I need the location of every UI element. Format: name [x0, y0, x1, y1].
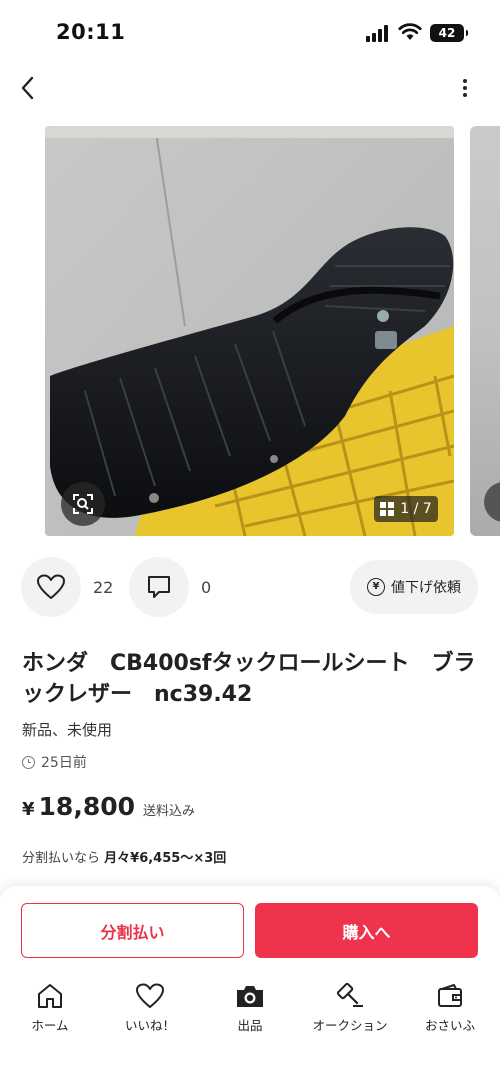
price-request-label: 値下げ依頼: [391, 580, 461, 596]
more-dot-icon: [463, 79, 467, 83]
more-options-button[interactable]: [450, 72, 480, 104]
tab-sell[interactable]: 出品: [200, 976, 300, 1040]
chevron-left-icon: [21, 76, 34, 100]
comment-icon: [148, 576, 170, 598]
purchase-button[interactable]: 購入へ: [255, 903, 478, 958]
installment-note: 分割払いなら 月々¥6,455～×3回: [22, 847, 226, 866]
back-button[interactable]: [12, 72, 44, 104]
comment-count: 0: [201, 578, 212, 597]
gavel-icon: [335, 982, 365, 1010]
wallet-icon: [435, 982, 465, 1010]
comment-button[interactable]: [129, 557, 189, 617]
item-price: ¥ 18,800 送料込み: [22, 792, 195, 821]
camera-icon: [235, 982, 265, 1010]
installment-prefix: 分割払いなら: [22, 851, 101, 866]
tab-wallet[interactable]: おさいふ: [400, 976, 500, 1040]
shipping-note: 送料込み: [143, 804, 196, 819]
tab-label: いいね！: [124, 1018, 175, 1033]
clock-icon: [22, 755, 35, 769]
yen-icon: ¥: [367, 578, 385, 596]
status-bar: 20:11 42: [0, 0, 500, 66]
photo-counter[interactable]: 1 / 7: [374, 496, 438, 522]
next-photo-preview[interactable]: [470, 126, 500, 536]
installment-detail: 月々¥6,455～×3回: [104, 851, 227, 866]
motorcycle-seat-photo: [45, 126, 454, 536]
tab-label: おさいふ: [424, 1018, 475, 1033]
cellular-signal-icon: [366, 24, 390, 42]
installment-button[interactable]: 分割払い: [21, 903, 244, 958]
posted-time-text: 25日前: [41, 755, 87, 771]
price-currency: ¥: [22, 799, 35, 820]
lens-search-icon: [73, 494, 93, 514]
grid-icon: [380, 502, 395, 516]
tab-home[interactable]: ホーム: [0, 976, 100, 1040]
battery-icon: 42: [430, 24, 468, 42]
item-condition: 新品、未使用: [22, 721, 113, 739]
photo-counter-text: 1 / 7: [400, 501, 432, 517]
home-icon: [35, 982, 65, 1010]
item-title: ホンダ CB400sfタックロールシート ブラックレザー nc39.42: [22, 651, 476, 707]
image-search-button[interactable]: [61, 482, 105, 526]
wifi-icon: [398, 22, 422, 42]
like-button[interactable]: [21, 557, 81, 617]
tab-auction[interactable]: オークション: [300, 976, 400, 1040]
tab-label: 出品: [237, 1018, 263, 1033]
heart-icon: [135, 982, 165, 1010]
posted-time: 25日前: [22, 752, 87, 772]
tab-label: ホーム: [31, 1018, 69, 1033]
tab-bar: ホーム いいね！ 出品 オークション おさいふ: [0, 976, 500, 1040]
price-request-button[interactable]: ¥ 値下げ依頼: [350, 560, 478, 614]
heart-icon: [37, 574, 65, 599]
status-time: 20:11: [56, 20, 126, 44]
price-value: 18,800: [38, 792, 136, 821]
tab-likes[interactable]: いいね！: [100, 976, 200, 1040]
photo-carousel[interactable]: 1 / 7: [0, 126, 500, 536]
item-photo[interactable]: [45, 126, 454, 536]
like-count: 22: [93, 578, 114, 597]
tab-label: オークション: [312, 1018, 388, 1033]
